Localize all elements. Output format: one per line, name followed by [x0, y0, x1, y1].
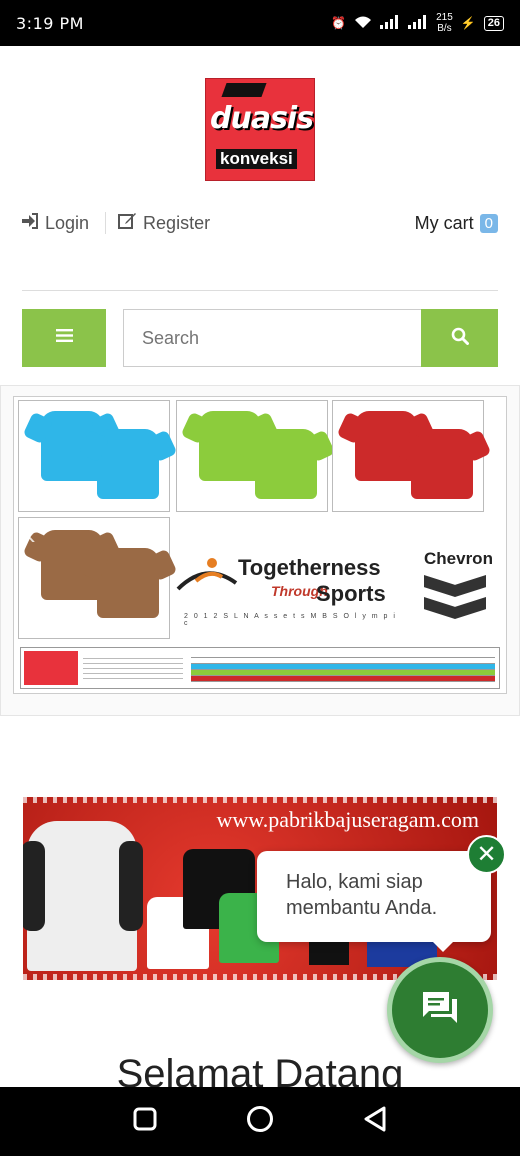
recent-apps-button[interactable] — [133, 1107, 157, 1136]
image-slider[interactable]: Togetherness Through Sports 2 0 1 2 S L … — [0, 385, 520, 716]
chat-greeting-text: Halo, kami siap membantu Anda. — [286, 871, 438, 919]
banner-url: www.pabrikbajuseragam.com — [216, 807, 480, 832]
row-red — [191, 676, 495, 681]
chat-greeting-bubble[interactable]: Halo, kami siap membantu Anda. — [257, 851, 491, 952]
slider-next-arrow[interactable]: › — [484, 520, 493, 551]
chevron-mark-top — [424, 575, 486, 597]
login-label: Login — [45, 212, 90, 233]
cart-link[interactable]: My cart 0 — [415, 213, 498, 234]
tee-panel-brown — [18, 517, 170, 639]
register-label: Register — [143, 212, 211, 233]
logo-text-primary: duasisi — [210, 101, 315, 136]
search-button[interactable] — [421, 309, 498, 367]
alarm-icon: ⏰ — [331, 16, 347, 30]
tee-back — [411, 429, 473, 499]
signal-icon-2 — [408, 14, 428, 32]
register-link[interactable]: Register — [118, 212, 210, 234]
signal-icon — [380, 14, 400, 32]
edit-icon — [118, 212, 137, 234]
sign-in-icon — [22, 212, 39, 234]
logo-mark — [221, 83, 267, 97]
size-table — [191, 652, 495, 686]
header-divider — [22, 290, 498, 291]
chat-open-button[interactable] — [387, 957, 493, 1063]
account-bar: Login Register My cart 0 — [22, 208, 498, 238]
event-footer-text: 2 0 1 2 S L N A s s e t s M B S O l y m … — [184, 613, 397, 627]
logo-text-secondary: konveksi — [216, 149, 297, 169]
search-input[interactable] — [142, 327, 421, 349]
network-speed: 215 B/s — [436, 12, 453, 34]
wifi-icon — [354, 15, 372, 32]
tee-back — [97, 548, 159, 618]
cart-count-badge: 0 — [479, 213, 498, 233]
mannequin-sleeve-left — [23, 841, 45, 931]
chevron-text: Chevron — [424, 549, 493, 568]
chevron-mark-bottom — [424, 597, 486, 619]
status-bar: 3:19 PM ⏰ 215 B/s ⚡ 26 — [0, 0, 520, 46]
slider-prev-arrow[interactable]: ‹ — [27, 520, 36, 551]
banner-film-strip-top — [23, 797, 497, 803]
status-icons: ⏰ 215 B/s ⚡ 26 — [331, 12, 504, 34]
status-time: 3:19 PM — [16, 13, 84, 33]
back-button[interactable] — [363, 1106, 387, 1137]
close-icon: ✕ — [476, 841, 497, 868]
system-nav-bar — [0, 1087, 520, 1156]
sports-text: Sports — [316, 581, 386, 606]
togetherness-text: Togetherness — [238, 555, 381, 580]
speed-value: 215 — [436, 12, 453, 23]
togetherness-sports-logo: Togetherness Through Sports 2 0 1 2 S L … — [176, 537, 406, 629]
speed-unit: B/s — [437, 23, 452, 34]
menu-toggle-button[interactable] — [22, 309, 106, 367]
row-blue — [191, 664, 495, 669]
tee-back — [97, 429, 159, 499]
search-icon — [451, 327, 469, 350]
tee-panel-red — [332, 400, 484, 512]
tee-back — [255, 429, 317, 499]
tee-panel-blue — [18, 400, 170, 512]
tee-panel-green — [176, 400, 328, 512]
order-info-table — [20, 647, 500, 689]
slide-image: Togetherness Through Sports 2 0 1 2 S L … — [13, 396, 507, 694]
site-logo[interactable]: duasisi konveksi — [205, 78, 315, 181]
home-button[interactable] — [246, 1105, 274, 1138]
row-green — [191, 670, 495, 675]
address-block — [83, 654, 183, 682]
chevron-logo: Chevron — [420, 537, 500, 637]
hamburger-icon — [55, 329, 73, 347]
search-field[interactable] — [123, 309, 421, 367]
chat-close-button[interactable]: ✕ — [467, 835, 506, 874]
mini-logo — [24, 651, 78, 685]
mannequin-shirt — [23, 821, 143, 971]
chat-icon — [421, 990, 459, 1031]
charging-icon: ⚡ — [460, 16, 476, 30]
mannequin-sleeve-right — [119, 841, 143, 931]
cart-label: My cart — [414, 212, 474, 233]
battery-icon: 26 — [483, 15, 504, 31]
auth-divider — [105, 212, 107, 234]
login-link[interactable]: Login — [22, 212, 90, 234]
